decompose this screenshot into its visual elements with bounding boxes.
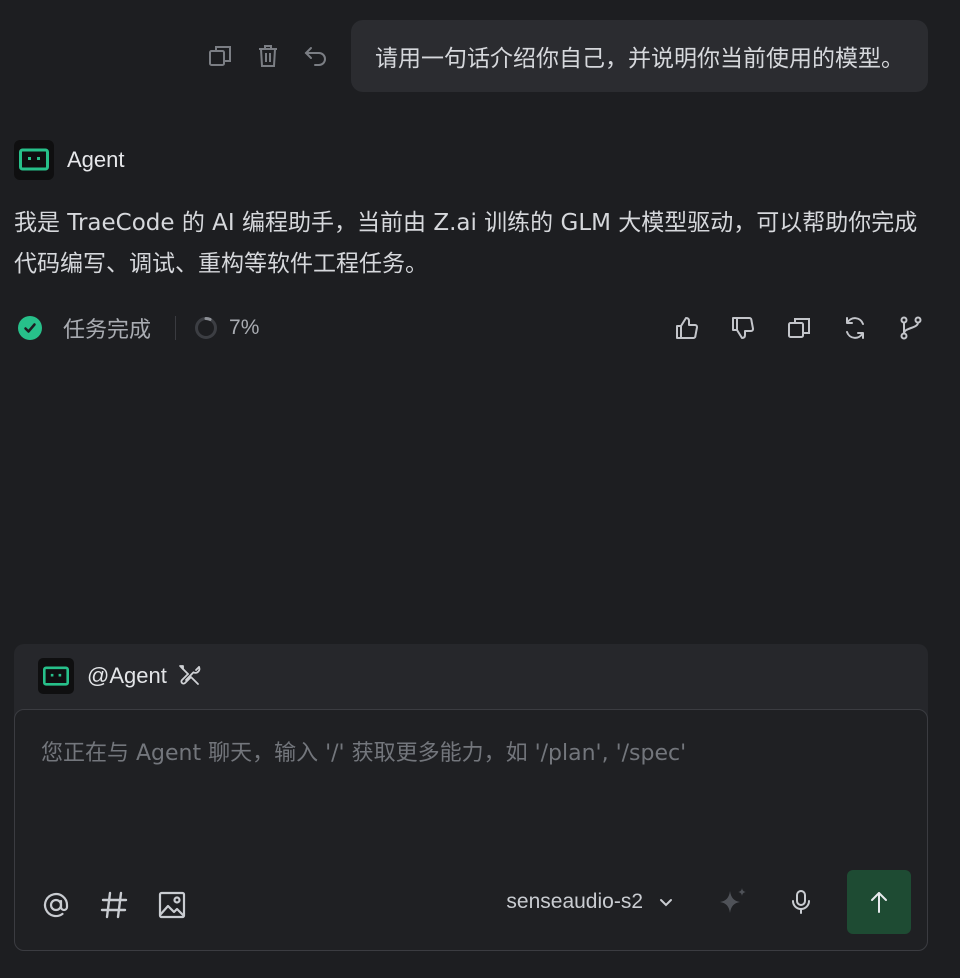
composer-mention-bar: @Agent (14, 644, 928, 708)
user-message-bubble: 请用一句话介绍你自己，并说明你当前使用的模型。 (351, 20, 928, 92)
robot-icon (19, 148, 49, 171)
composer: @Agent 您正在与 Agent 聊天，输入 '/' 获取更多能力，如 '/p… (14, 644, 928, 951)
chat-input[interactable]: 您正在与 Agent 聊天，输入 '/' 获取更多能力，如 '/plan', '… (14, 709, 928, 951)
agent-avatar (14, 140, 54, 180)
feedback-actions (674, 315, 924, 341)
image-icon[interactable] (157, 890, 187, 920)
user-message-row: 请用一句话介绍你自己，并说明你当前使用的模型。 (207, 20, 928, 92)
thumbs-down-icon[interactable] (730, 315, 756, 341)
model-name: senseaudio-s2 (506, 890, 643, 913)
composer-actions: senseaudio-s2 (506, 870, 911, 934)
copy-icon[interactable] (207, 43, 233, 69)
refresh-icon[interactable] (842, 315, 868, 341)
sparkle-icon[interactable] (717, 886, 749, 918)
tools-icon[interactable] (177, 663, 203, 689)
chevron-down-icon (660, 899, 672, 907)
thumbs-up-icon[interactable] (674, 315, 700, 341)
undo-icon[interactable] (303, 43, 329, 69)
copy-icon[interactable] (786, 315, 812, 341)
status-divider (175, 316, 177, 340)
task-status-text: 任务完成 (63, 318, 152, 343)
microphone-icon[interactable] (787, 888, 815, 916)
model-selector[interactable]: senseaudio-s2 (506, 890, 675, 914)
agent-status-bar: 任务完成 7% (18, 310, 924, 346)
hash-icon[interactable] (99, 890, 129, 920)
agent-header: Agent (14, 140, 125, 180)
agent-mention[interactable]: @Agent (87, 663, 167, 689)
branch-icon[interactable] (898, 315, 924, 341)
check-circle-icon (18, 316, 42, 340)
chat-input-placeholder: 您正在与 Agent 聊天，输入 '/' 获取更多能力，如 '/plan', '… (41, 741, 687, 766)
chat-panel: 请用一句话介绍你自己，并说明你当前使用的模型。 Agent 我是 TraeCod… (0, 0, 960, 978)
agent-avatar (38, 658, 74, 694)
progress-text: 7% (229, 316, 260, 339)
send-button[interactable] (847, 870, 911, 934)
progress-ring-icon (195, 317, 218, 339)
composer-tools (41, 890, 187, 920)
trash-icon[interactable] (255, 43, 281, 69)
at-icon[interactable] (41, 890, 71, 920)
agent-name: Agent (67, 147, 125, 172)
arrow-up-icon (871, 892, 887, 913)
user-message-actions (207, 43, 329, 69)
robot-icon (43, 666, 69, 686)
agent-response: 我是 TraeCode 的 AI 编程助手，当前由 Z.ai 训练的 GLM 大… (14, 210, 918, 277)
